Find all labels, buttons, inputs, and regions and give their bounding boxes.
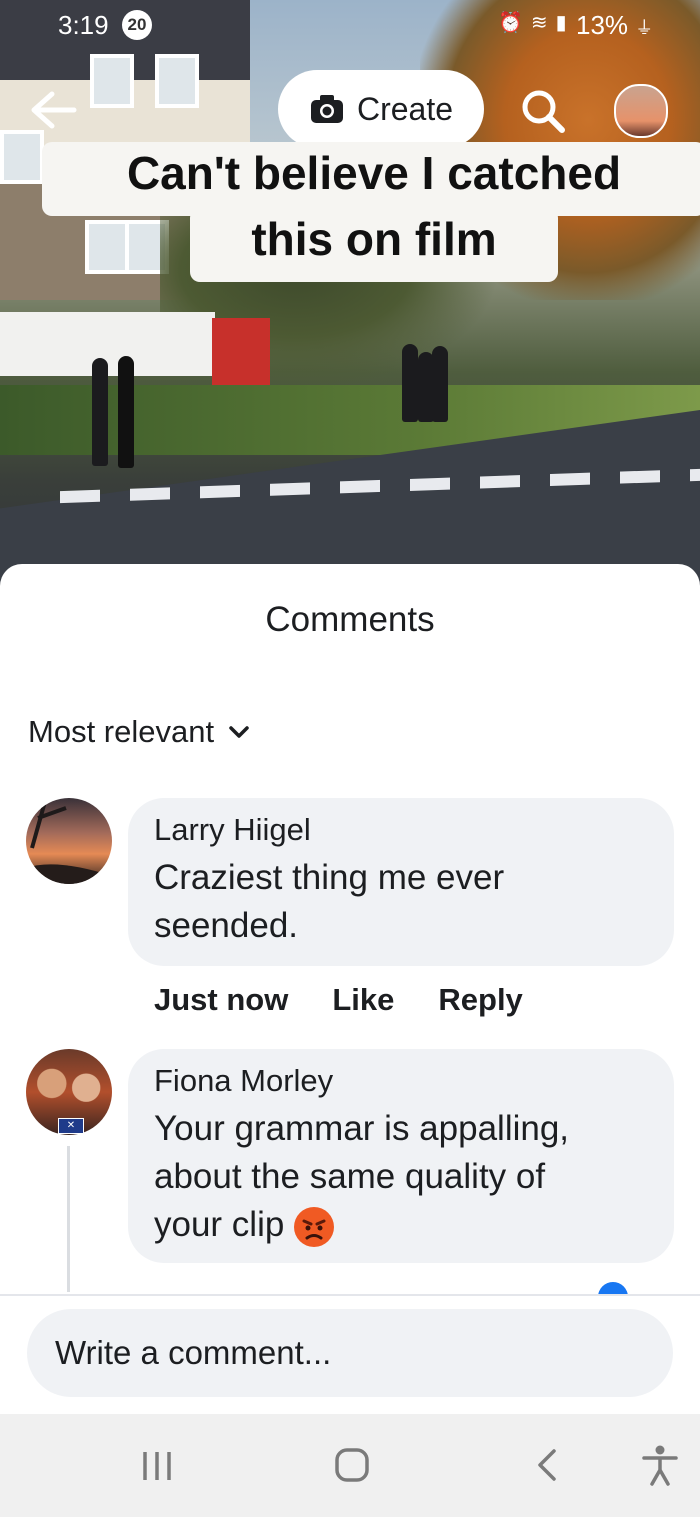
comment-text: about the same quality of	[154, 1157, 546, 1196]
comment-text: Your grammar is appalling,	[154, 1109, 570, 1148]
recent-apps-icon[interactable]	[140, 1450, 174, 1482]
comment-author[interactable]: Fiona Morley	[154, 1063, 648, 1099]
comment-text: your clip	[154, 1205, 285, 1244]
person	[92, 358, 108, 466]
person	[432, 346, 448, 422]
reply-button[interactable]: Reply	[438, 982, 522, 1018]
comment-actions: Just now Like Reply	[154, 982, 523, 1018]
caption-line: this on film	[190, 208, 558, 282]
comments-title: Comments	[265, 600, 435, 639]
create-label: Create	[356, 90, 454, 127]
person	[402, 344, 418, 422]
system-nav-bar	[0, 1414, 700, 1517]
wifi-icon: ≋	[530, 12, 556, 34]
red-structure	[212, 318, 270, 392]
home-icon[interactable]	[334, 1447, 370, 1483]
search-icon[interactable]	[518, 86, 568, 136]
caption-line: Can't believe I catched	[42, 142, 700, 216]
divider	[0, 1294, 700, 1296]
chevron-down-icon	[229, 726, 249, 738]
camera-icon	[310, 95, 343, 123]
system-icons: ⏰≋▮	[498, 10, 575, 35]
back-arrow-icon[interactable]	[28, 88, 78, 132]
comment-text: Craziest thing me ever	[154, 858, 505, 897]
comment-text: seended.	[154, 906, 299, 945]
comment-actions-partial	[150, 1280, 670, 1294]
sort-dropdown[interactable]: Most relevant	[28, 714, 250, 750]
alarm-icon: ⏰	[498, 12, 531, 34]
comment-bubble: Larry Hiigel Craziest thing me ever seen…	[128, 798, 674, 966]
back-nav-icon[interactable]	[532, 1447, 562, 1483]
comment-timestamp[interactable]: Just now	[154, 982, 288, 1018]
reaction-icon	[598, 1282, 629, 1294]
charging-icon: ⏚	[635, 18, 654, 38]
sort-label: Most relevant	[28, 714, 215, 749]
comment-text-row: your clip	[154, 1201, 648, 1249]
comment-input[interactable]: Write a comment...	[27, 1309, 673, 1397]
avatar[interactable]	[26, 798, 112, 884]
angry-emoji-icon	[294, 1206, 335, 1247]
like-button[interactable]: Like	[332, 982, 394, 1018]
create-button[interactable]: Create	[278, 70, 484, 148]
status-bar: 3:19 20 ⏰≋▮ 13% ⏚	[0, 0, 700, 50]
comment-bubble: Fiona Morley Your grammar is appalling, …	[128, 1049, 674, 1263]
battery-level: 13% ⏚	[576, 10, 653, 41]
comment-author[interactable]: Larry Hiigel	[154, 812, 648, 848]
battery-percent: 13%	[576, 10, 629, 40]
clock: 3:19	[58, 10, 109, 40]
signal-icon: ▮	[555, 12, 575, 34]
accessibility-icon[interactable]	[640, 1444, 680, 1488]
uk-flag-icon: ✕	[58, 1118, 84, 1134]
notification-badge: 20	[122, 10, 152, 40]
profile-avatar[interactable]	[614, 84, 668, 138]
person	[118, 356, 134, 468]
thread-line	[67, 1146, 70, 1292]
